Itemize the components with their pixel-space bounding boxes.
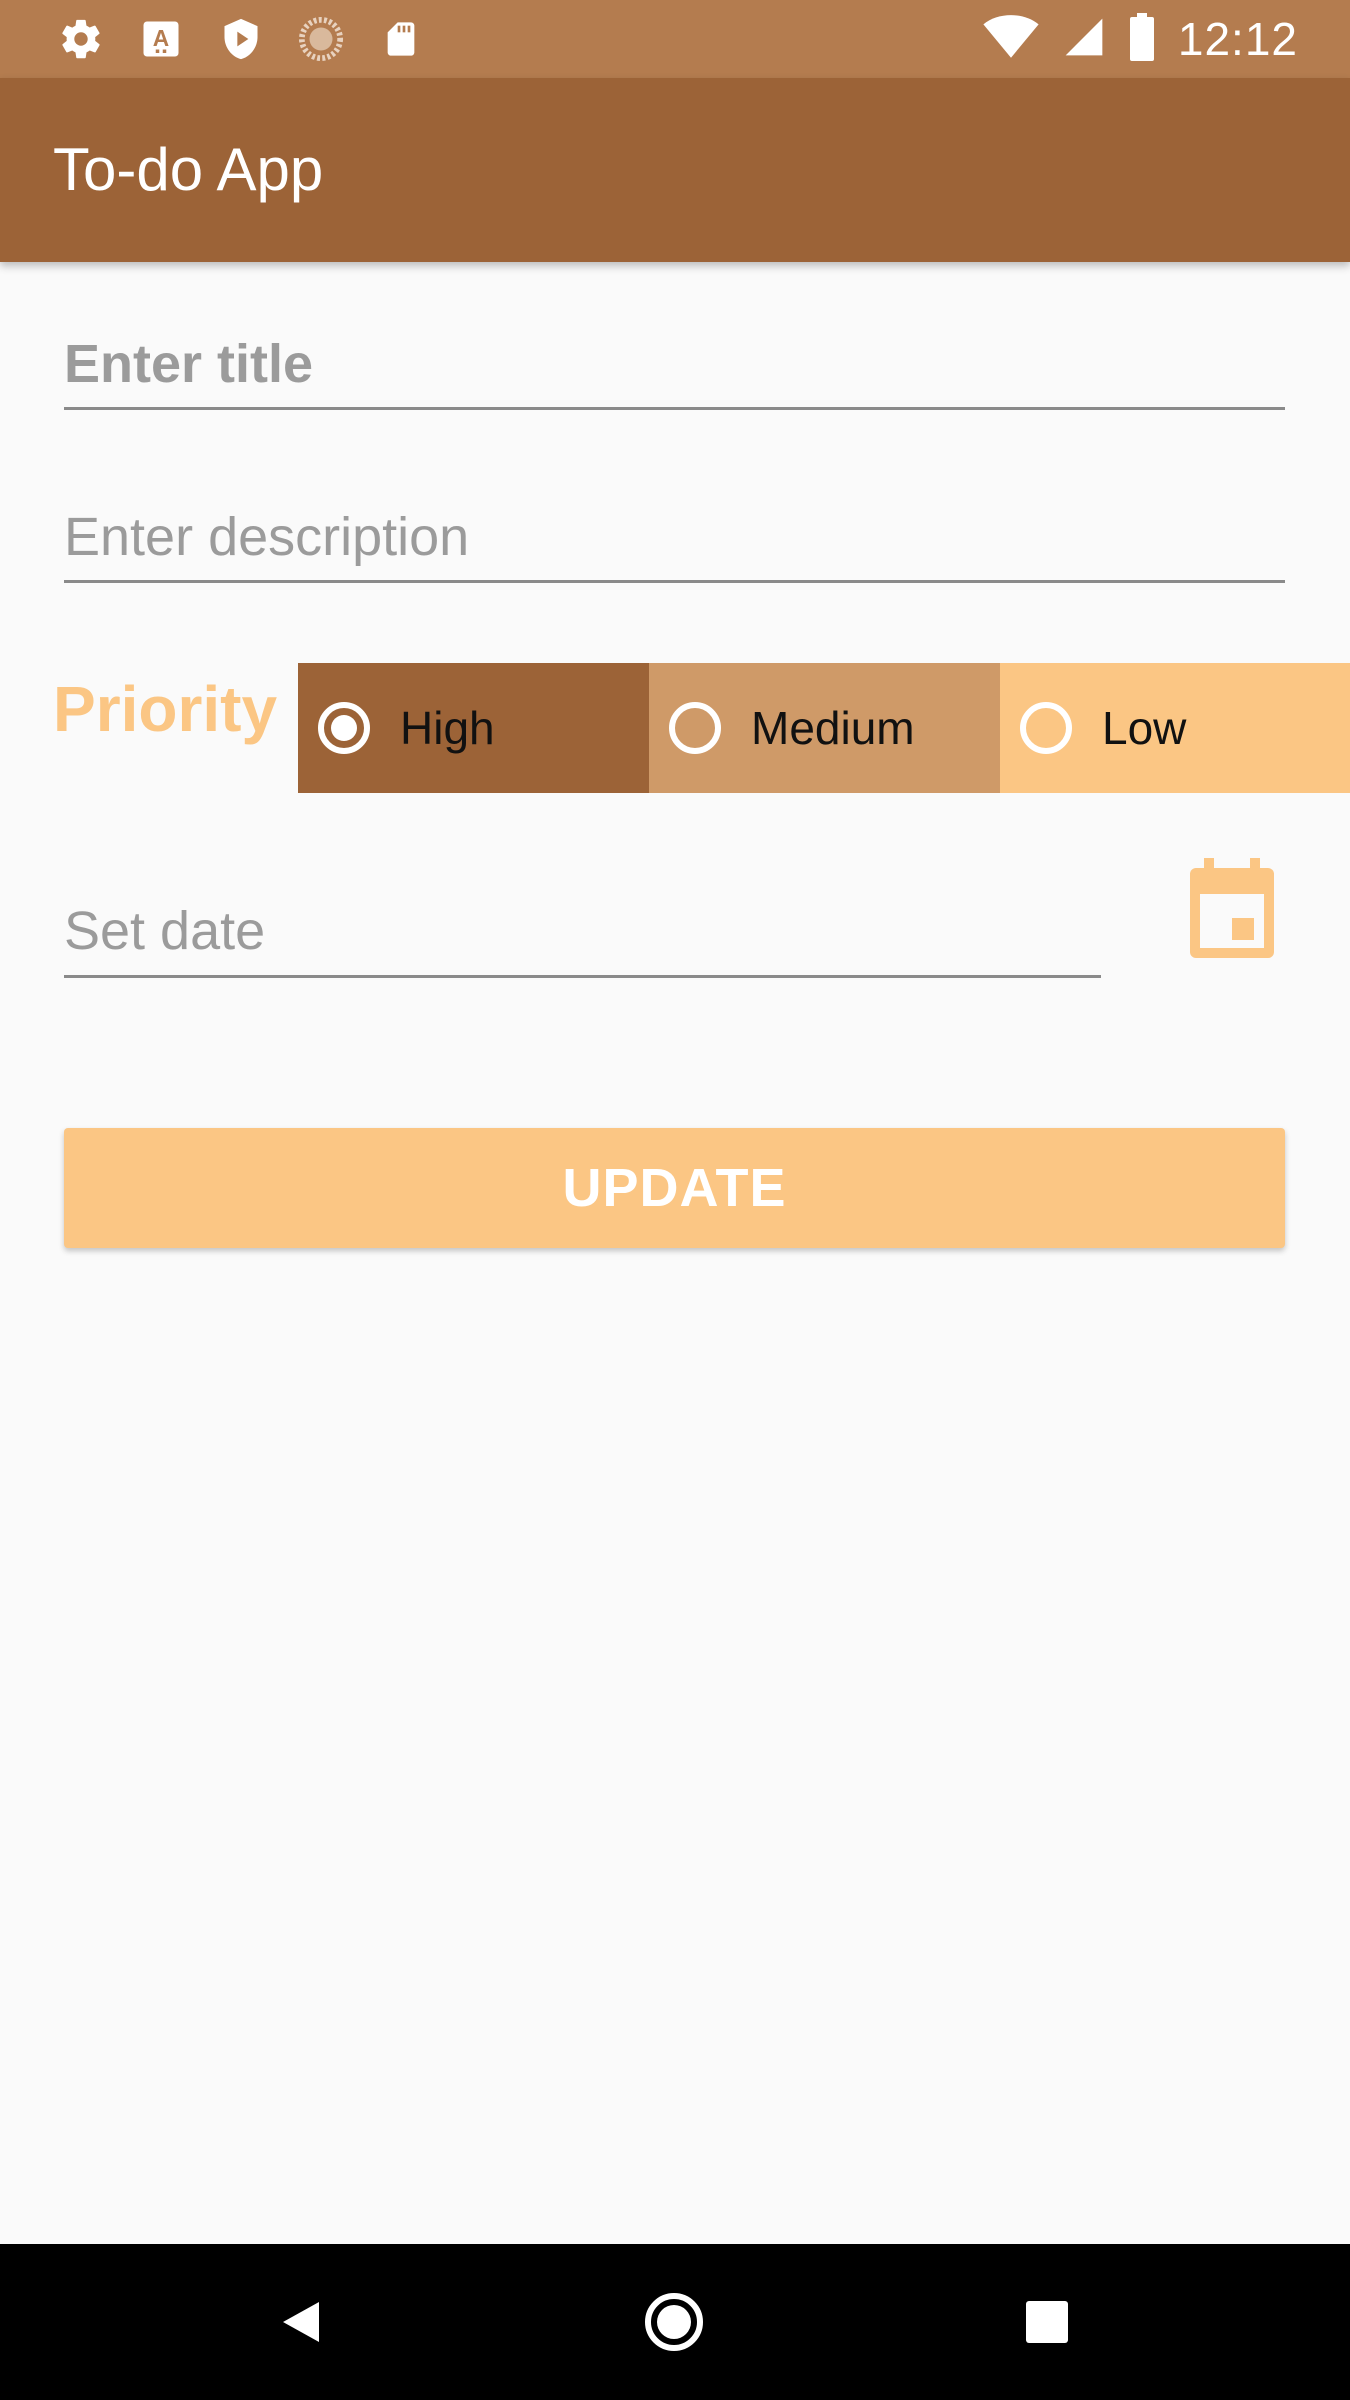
priority-option-low[interactable]: Low (1000, 663, 1350, 793)
description-field[interactable] (64, 495, 1285, 583)
sd-card-icon (378, 16, 424, 62)
cellular-signal-icon (1062, 14, 1106, 65)
priority-option-high[interactable]: High (298, 663, 649, 793)
app-title: To-do App (53, 136, 324, 203)
status-notification-icons: A (58, 16, 424, 62)
settings-icon (58, 16, 104, 62)
title-field[interactable] (64, 322, 1285, 410)
navigation-bar (0, 2244, 1350, 2400)
radio-checked-icon[interactable] (318, 702, 370, 754)
play-shield-icon (218, 16, 264, 62)
battery-icon (1128, 12, 1156, 66)
radio-unchecked-icon[interactable] (1020, 702, 1072, 754)
description-underline (64, 580, 1285, 583)
font-a-icon: A (138, 16, 184, 62)
description-input[interactable] (64, 495, 1285, 579)
status-bar: A 12:12 (0, 0, 1350, 78)
priority-radio-group: High Medium Low (298, 663, 1350, 793)
back-icon[interactable] (241, 2244, 361, 2400)
wifi-icon (982, 14, 1040, 65)
date-input[interactable] (64, 888, 1101, 974)
recents-icon[interactable] (987, 2244, 1107, 2400)
status-time: 12:12 (1177, 13, 1298, 65)
priority-option-label: Low (1102, 702, 1187, 754)
home-icon[interactable] (614, 2244, 734, 2400)
priority-option-label: Medium (751, 702, 915, 754)
date-underline (64, 975, 1101, 978)
priority-option-medium[interactable]: Medium (649, 663, 1000, 793)
radio-unchecked-icon[interactable] (669, 702, 721, 754)
status-system-icons: 12:12 (982, 0, 1298, 78)
date-field[interactable] (64, 888, 1101, 978)
loading-circle-icon (298, 16, 344, 62)
update-button[interactable]: UPDATE (64, 1128, 1285, 1248)
priority-option-label: High (400, 702, 495, 754)
svg-text:A: A (153, 25, 169, 51)
title-underline (64, 407, 1285, 410)
app-bar: To-do App (0, 78, 1350, 262)
title-input[interactable] (64, 322, 1285, 406)
priority-label: Priority (53, 673, 278, 745)
calendar-icon[interactable] (1186, 858, 1278, 962)
